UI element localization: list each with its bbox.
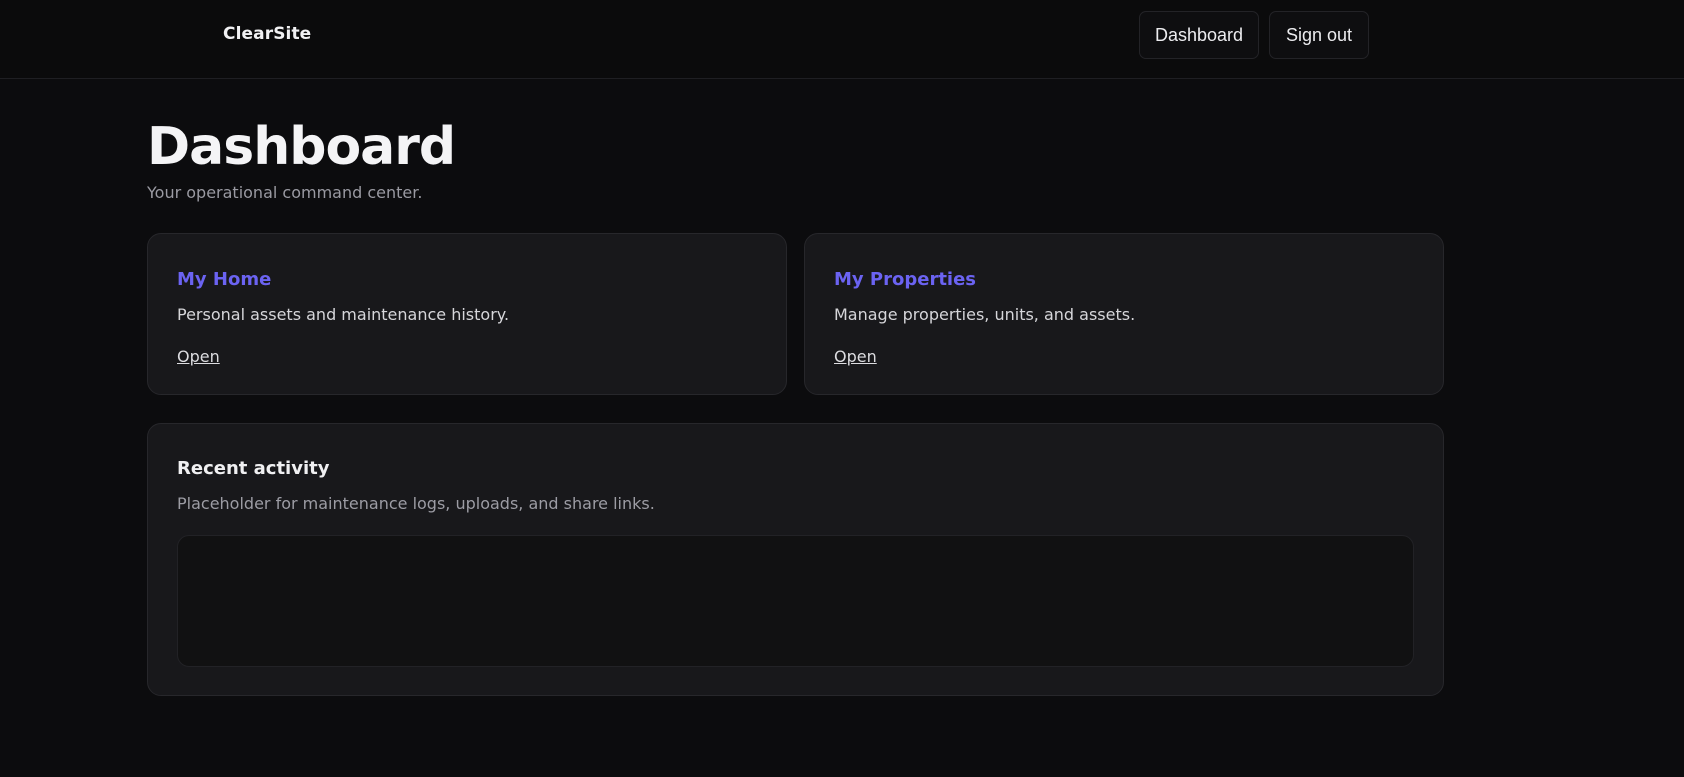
recent-activity-title: Recent activity	[177, 458, 330, 479]
my-home-card-description: Personal assets and maintenance history.	[177, 305, 510, 324]
top-navigation-bar: ClearSite Dashboard Sign out	[0, 0, 1684, 79]
my-home-card: My Home Personal assets and maintenance …	[147, 233, 787, 395]
my-properties-open-link[interactable]: Open	[834, 347, 877, 366]
my-properties-card-description: Manage properties, units, and assets.	[834, 305, 1136, 324]
recent-activity-card: Recent activity Placeholder for maintena…	[147, 423, 1444, 696]
my-home-open-link[interactable]: Open	[177, 347, 220, 366]
my-properties-card: My Properties Manage properties, units, …	[804, 233, 1444, 395]
page-title: Dashboard	[147, 117, 456, 177]
dashboard-nav-button[interactable]: Dashboard	[1139, 11, 1259, 59]
sign-out-button[interactable]: Sign out	[1269, 11, 1369, 59]
recent-activity-panel	[177, 535, 1414, 667]
my-properties-card-title: My Properties	[834, 269, 977, 290]
my-home-card-title: My Home	[177, 269, 272, 290]
brand-logo-text[interactable]: ClearSite	[223, 24, 311, 44]
recent-activity-description: Placeholder for maintenance logs, upload…	[177, 494, 655, 513]
page-subtitle: Your operational command center.	[147, 183, 423, 202]
